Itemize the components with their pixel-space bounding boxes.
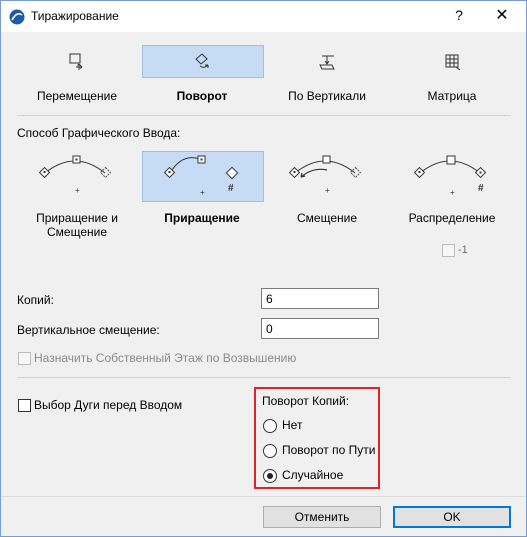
distribution-minus-one-label: -1 xyxy=(458,244,468,256)
mode-selector: Перемещение Поворот По Вертикали Матрица xyxy=(1,33,526,111)
mode-rotate-label: Поворот xyxy=(176,89,228,103)
move-icon xyxy=(69,53,83,70)
divider xyxy=(17,377,511,378)
svg-text:+: + xyxy=(200,188,205,197)
svg-text:#: # xyxy=(478,183,484,194)
cancel-button[interactable]: Отменить xyxy=(263,506,381,528)
vertical-offset-input[interactable] xyxy=(261,318,379,339)
radio-none-label: Нет xyxy=(282,418,303,432)
rotate-copies-group: Поворот Копий: Нет Поворот по Пути Случа… xyxy=(254,387,380,489)
assign-floor-label: Назначить Собственный Этаж по Возвышению xyxy=(34,351,297,365)
method-increment-and-offset[interactable]: + Приращение и Смещение xyxy=(17,151,137,239)
method-offset-label: Смещение xyxy=(296,211,357,225)
dialog-title: Тиражирование xyxy=(31,9,119,23)
title-bar: Тиражирование ? ✕ xyxy=(1,1,526,32)
svg-text:+: + xyxy=(75,186,80,195)
mode-elevate-label: По Вертикали xyxy=(288,89,366,103)
matrix-grid-icon xyxy=(445,54,461,71)
method-increment-label: Приращение xyxy=(164,211,240,225)
close-button[interactable]: ✕ xyxy=(492,5,512,25)
mode-move-label: Перемещение xyxy=(37,89,117,103)
mode-elevate[interactable]: По Вертикали xyxy=(267,47,387,109)
method-offset[interactable]: + Смещение xyxy=(267,151,387,231)
arc-select-checkbox[interactable] xyxy=(18,399,31,412)
radio-random[interactable] xyxy=(263,469,277,483)
radio-along-path[interactable] xyxy=(263,444,277,458)
distribution-minus-one-checkbox[interactable] xyxy=(442,244,455,257)
help-button[interactable]: ? xyxy=(451,7,467,23)
rotate-icon xyxy=(195,53,209,68)
method-increment-and-offset-label: Приращение и Смещение xyxy=(36,211,118,239)
vertical-offset-label: Вертикальное смещение: xyxy=(17,323,160,337)
ok-button[interactable]: OK xyxy=(393,506,511,528)
mode-rotate[interactable]: Поворот xyxy=(142,47,262,109)
copies-label: Копий: xyxy=(17,293,54,307)
arc-increment-icon: + # xyxy=(163,155,239,197)
divider xyxy=(17,115,511,116)
radio-along-path-label: Поворот по Пути xyxy=(282,443,376,457)
mode-matrix[interactable]: Матрица xyxy=(392,47,512,109)
footer-divider xyxy=(1,496,526,497)
arc-increment-offset-icon: + xyxy=(38,155,112,195)
radio-selected-dot xyxy=(267,473,273,479)
radio-random-label: Случайное xyxy=(282,468,344,482)
radio-none[interactable] xyxy=(263,419,277,433)
assign-floor-checkbox[interactable] xyxy=(18,352,31,365)
svg-text:+: + xyxy=(325,186,330,195)
method-increment[interactable]: + # Приращение xyxy=(142,151,262,231)
mode-matrix-label: Матрица xyxy=(427,89,477,103)
arc-distribution-icon: + # xyxy=(413,155,487,197)
input-method-section-label: Способ Графического Ввода: xyxy=(17,126,181,140)
hash-symbol: # xyxy=(228,183,234,194)
method-distribution[interactable]: + # Распределение xyxy=(392,151,512,231)
archicad-logo-icon xyxy=(9,9,25,25)
method-distribution-label: Распределение xyxy=(408,211,496,225)
rotate-copies-label: Поворот Копий: xyxy=(262,394,350,408)
mode-move[interactable]: Перемещение xyxy=(17,47,137,109)
elevate-icon xyxy=(319,55,335,70)
copies-input[interactable] xyxy=(261,288,379,309)
arc-select-label: Выбор Дуги перед Вводом xyxy=(34,398,183,412)
svg-text:+: + xyxy=(450,188,455,197)
arc-offset-icon: + xyxy=(288,155,362,195)
duplicate-dialog: Тиражирование ? ✕ Перемещение Поворот По… xyxy=(0,0,527,537)
